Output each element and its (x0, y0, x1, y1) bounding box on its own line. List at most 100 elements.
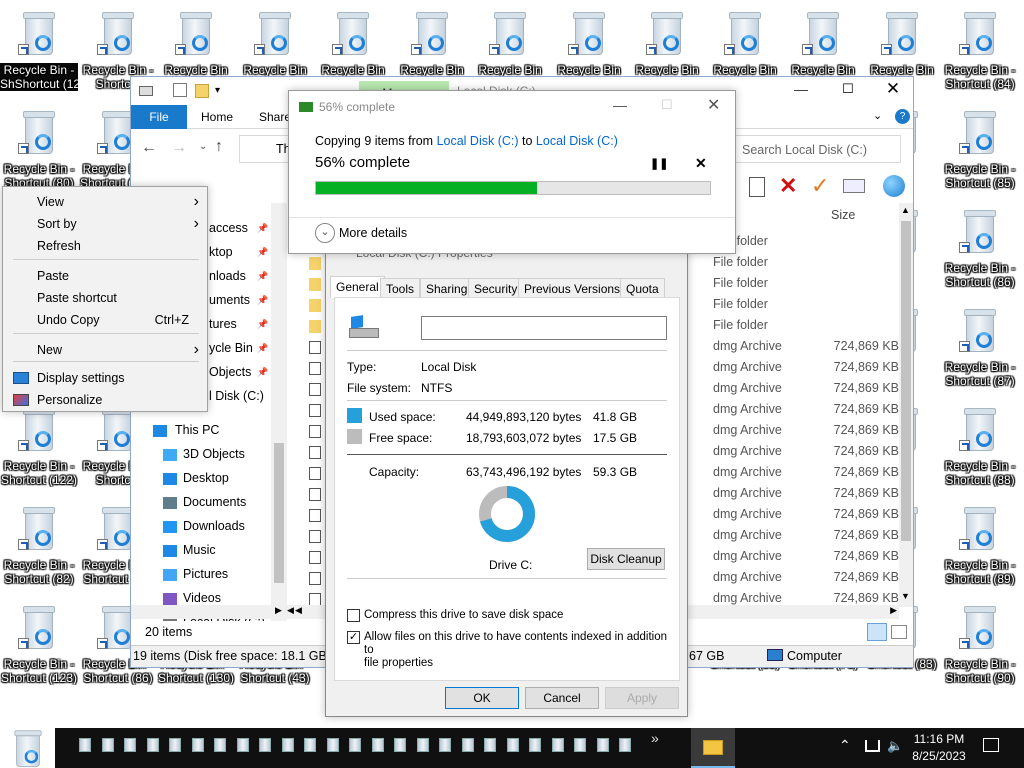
file-explorer-taskbar-button[interactable] (691, 728, 735, 768)
nav-item[interactable]: Objects (209, 365, 251, 379)
clipboard-icon[interactable] (749, 177, 765, 197)
show-hidden-icons[interactable]: ⌃ (839, 737, 851, 754)
properties-icon[interactable] (173, 83, 187, 97)
taskbar-recycle-bin-icon[interactable] (619, 738, 631, 752)
cancel-button[interactable]: Cancel (525, 687, 599, 709)
nav-tree-item[interactable]: Downloads (183, 519, 245, 533)
menu-item-new[interactable]: New › (3, 339, 209, 361)
properties-dialog[interactable]: Local Disk (C:) Properties GeneralToolsS… (325, 239, 688, 717)
desktop-icon-recycle-bin[interactable]: Recycle Bin - Shortcut (89) (941, 503, 1019, 593)
taskbar-recycle-bin-icon[interactable] (281, 738, 294, 752)
tab-file[interactable]: File (131, 105, 187, 129)
drive-name-input[interactable] (421, 316, 667, 340)
apply-button[interactable]: Apply (605, 687, 679, 709)
taskbar-recycle-bin-icon[interactable] (326, 738, 339, 752)
taskbar-recycle-bin-icon[interactable] (191, 738, 204, 752)
menu-item-paste-shortcut[interactable]: Paste shortcut (3, 287, 209, 309)
taskbar-recycle-bin-icon[interactable] (236, 738, 249, 752)
taskbar-recycle-bin-icon[interactable] (304, 738, 316, 752)
context-menu[interactable]: View › Sort by › Refresh Paste Paste shortcut U… (2, 186, 208, 412)
nav-tree-item[interactable]: Videos (183, 591, 221, 605)
globe-icon[interactable] (883, 175, 905, 197)
menu-item-view[interactable]: View › (3, 191, 209, 213)
taskbar-recycle-bin-icon[interactable] (461, 738, 474, 752)
tab-general[interactable]: General (330, 276, 385, 298)
nav-item[interactable]: access (209, 221, 248, 235)
desktop-icon-recycle-bin[interactable]: Recycle Bin - Shortcut (82) (0, 503, 78, 593)
nav-tree-item[interactable]: Music (183, 543, 216, 557)
taskbar-recycle-bin-icon[interactable] (371, 738, 384, 752)
large-icons-view-button[interactable] (891, 625, 907, 639)
taskbar-recycle-bin-icon[interactable] (259, 738, 271, 752)
volume-icon[interactable]: 🔈 (887, 738, 903, 754)
compress-label[interactable]: Compress this drive to save disk space (364, 609, 563, 621)
nav-hscroll[interactable]: ▶ ◀ (131, 605, 295, 619)
source-link[interactable]: Local Disk (C:) (437, 134, 519, 148)
nav-scrollbar[interactable] (271, 203, 287, 621)
nav-item[interactable]: tures (209, 317, 237, 331)
index-label[interactable]: Allow files on this drive to have conten… (364, 631, 679, 670)
notifications-icon[interactable] (983, 738, 999, 752)
more-details-button[interactable]: ⌄ (315, 223, 335, 243)
tab-home[interactable]: Home (191, 105, 243, 129)
nav-tree-item[interactable]: Pictures (183, 567, 228, 581)
nav-tree-item[interactable]: Documents (183, 495, 246, 509)
delete-icon[interactable]: ✕ (779, 173, 797, 199)
desktop-icon-recycle-bin[interactable]: Recycle Bin - Shortcut (122) (0, 404, 78, 494)
desktop-bin-bottom-left[interactable] (4, 725, 52, 768)
nav-tree-item[interactable]: This PC (175, 423, 219, 437)
compress-checkbox[interactable] (347, 609, 360, 622)
nav-item[interactable]: uments (209, 293, 250, 307)
recent-locations-icon[interactable]: ⌄ (199, 141, 207, 152)
forward-button[interactable]: → (171, 139, 187, 157)
ribbon-expand-icon[interactable]: ⌄ (873, 109, 882, 122)
nav-item[interactable]: nloads (209, 269, 246, 283)
taskbar-recycle-bin-icon[interactable] (551, 738, 564, 752)
menu-item-refresh[interactable]: Refresh (3, 235, 209, 257)
taskbar-recycle-bin-icon[interactable] (506, 738, 519, 752)
hscroll-left-icon[interactable]: ◀ (295, 605, 302, 616)
menu-item-sort-by[interactable]: Sort by › (3, 213, 209, 235)
list-scroll-thumb[interactable] (901, 221, 911, 541)
copy-progress-dialog[interactable]: 56% complete — ☐ ✕ Copying 9 items from … (288, 90, 736, 254)
progress-maximize-button[interactable]: ☐ (661, 97, 673, 113)
menu-item-undo-copy[interactable]: Undo Copy Ctrl+Z (3, 309, 209, 331)
list-scroll-up-icon[interactable]: ▲ (901, 205, 910, 215)
taskbar-recycle-bin-icon[interactable] (146, 738, 159, 752)
clock[interactable]: 11:16 PM 8/25/2023 (909, 731, 969, 765)
hscroll-right-icon[interactable]: ▶ (890, 605, 897, 616)
list-vscrollbar[interactable]: ▲ ▼ (899, 203, 913, 607)
pause-icon[interactable]: ❚❚ (650, 157, 668, 170)
nav-tree-item[interactable]: Desktop (183, 471, 229, 485)
menu-item-personalize[interactable]: Personalize (3, 389, 209, 411)
taskbar-recycle-bin-icon[interactable] (484, 738, 496, 752)
ok-button[interactable]: OK (445, 687, 519, 709)
details-view-button[interactable] (867, 623, 887, 641)
taskbar-recycle-bin-icon[interactable] (574, 738, 586, 752)
menu-item-paste[interactable]: Paste (3, 265, 209, 287)
tab-quota[interactable]: Quota (620, 278, 665, 298)
network-icon[interactable] (865, 740, 880, 752)
taskbar-recycle-bin-icon[interactable] (596, 738, 609, 752)
back-button[interactable]: ← (141, 139, 157, 157)
close-button[interactable]: ✕ (873, 79, 913, 101)
cancel-copy-icon[interactable]: ✕ (695, 155, 707, 172)
help-icon[interactable]: ? (895, 109, 910, 124)
dest-link[interactable]: Local Disk (C:) (536, 134, 618, 148)
taskbar-recycle-bin-icon[interactable] (439, 738, 451, 752)
taskbar-recycle-bin-icon[interactable] (529, 738, 541, 752)
progress-close-button[interactable]: ✕ (707, 95, 720, 115)
nav-item[interactable]: ycle Bin (209, 341, 253, 355)
desktop-icon-recycle-bin[interactable]: Recycle Bin - Shortcut (86) (941, 206, 1019, 296)
progress-minimize-button[interactable]: — (613, 97, 627, 113)
desktop-icon-recycle-bin[interactable]: Recycle Bin - Shortcut (80) (0, 107, 78, 197)
taskbar-recycle-bin-icon[interactable] (79, 738, 91, 752)
disk-cleanup-button[interactable]: Disk Cleanup (587, 548, 665, 570)
nav-scroll-thumb[interactable] (274, 443, 284, 583)
taskbar-recycle-bin-icon[interactable] (394, 738, 406, 752)
desktop-icon-recycle-bin[interactable]: Recycle Bin - Shortcut (123) (0, 602, 78, 692)
desktop-icon-recycle-bin[interactable]: Recycle Bin -ShShortcut (120) (0, 8, 78, 98)
taskbar-overflow-icon[interactable]: » (651, 730, 659, 746)
taskbar-recycle-bin-icon[interactable] (124, 738, 136, 752)
menu-item-display-settings[interactable]: Display settings (3, 367, 209, 389)
